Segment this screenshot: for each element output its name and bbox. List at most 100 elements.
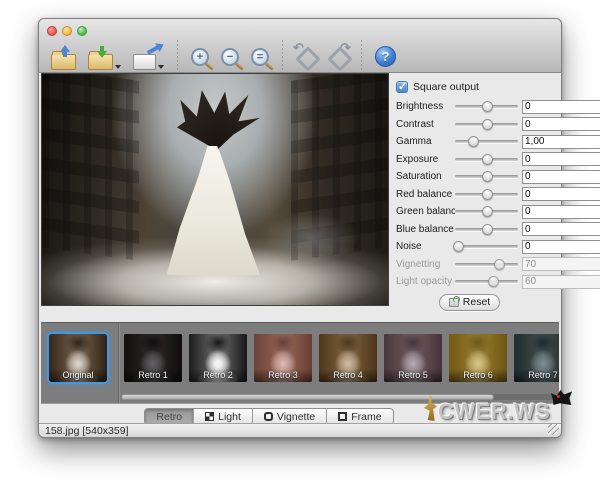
export-dropdown-caret-icon — [158, 65, 164, 69]
slider-row-brightness: Brightness — [396, 98, 561, 116]
rounded-square-icon — [264, 412, 273, 421]
zoom-window-button[interactable] — [77, 26, 87, 36]
contrast-slider[interactable] — [455, 118, 518, 131]
save-folder-icon — [88, 54, 113, 70]
thumbnail-original[interactable]: Original — [49, 334, 107, 382]
thumbnail-retro-1[interactable]: Retro 1 — [124, 334, 182, 382]
thumbnail-retro-3[interactable]: Retro 3 — [254, 334, 312, 382]
vignetting-slider[interactable] — [455, 258, 518, 271]
close-button[interactable] — [47, 26, 57, 36]
thumbnail-retro-6[interactable]: Retro 6 — [449, 334, 507, 382]
building-left-decoration — [42, 73, 139, 261]
redo-button[interactable]: ↷ — [328, 40, 348, 70]
light-opacity-label: Light opacity — [396, 276, 455, 287]
red-balance-value-field[interactable] — [522, 187, 600, 201]
slider-thumb[interactable] — [482, 171, 493, 182]
slider-row-contrast: Contrast — [396, 116, 561, 134]
mist-decoration — [263, 213, 360, 264]
tab-label: Vignette — [277, 411, 315, 423]
open-folder-icon — [51, 54, 76, 70]
thumbnail-retro-2[interactable]: Retro 2 — [189, 334, 247, 382]
slider-row-exposure: Exposure — [396, 151, 561, 169]
tab-frame[interactable]: Frame — [327, 409, 392, 424]
toolbar: + − = ↶ ↷ ? — [45, 38, 402, 72]
thumbnail-label: Retro 2 — [189, 369, 247, 382]
brightness-slider[interactable] — [455, 100, 518, 113]
gamma-slider[interactable] — [455, 135, 518, 148]
contrast-label: Contrast — [396, 119, 455, 130]
redo-icon: ↷ — [328, 47, 348, 67]
reset-icon — [449, 298, 459, 307]
exposure-value-field[interactable] — [522, 152, 600, 166]
blue-balance-slider[interactable] — [455, 223, 518, 236]
zoom-actual-size-button[interactable]: = — [251, 40, 269, 70]
slider-thumb[interactable] — [494, 259, 505, 270]
filmstrip-separator — [118, 323, 119, 403]
light-opacity-value-field[interactable] — [522, 275, 600, 289]
contrast-value-field[interactable] — [522, 117, 600, 131]
gamma-label: Gamma — [396, 136, 455, 147]
tab-light[interactable]: Light — [194, 409, 253, 424]
green-balance-slider[interactable] — [455, 205, 518, 218]
slider-row-light-opacity: Light opacity — [396, 273, 561, 291]
thumbnail-label: Retro 6 — [449, 369, 507, 382]
slider-thumb[interactable] — [468, 136, 479, 147]
vignetting-value-field[interactable] — [522, 257, 600, 271]
slider-thumb[interactable] — [482, 189, 493, 200]
slider-thumb[interactable] — [453, 241, 464, 252]
thumbnail-retro-4[interactable]: Retro 4 — [319, 334, 377, 382]
save-dropdown-caret-icon — [115, 65, 121, 69]
help-button[interactable]: ? — [375, 40, 396, 70]
thumbnail-retro-5[interactable]: Retro 5 — [384, 334, 442, 382]
toolbar-separator — [361, 40, 362, 70]
slider-thumb[interactable] — [482, 206, 493, 217]
zoom-out-button[interactable]: − — [221, 40, 239, 70]
blue-balance-label: Blue balance — [396, 224, 455, 235]
slider-row-vignetting: Vignetting — [396, 256, 561, 274]
exposure-slider[interactable] — [455, 153, 518, 166]
tab-label: Light — [218, 411, 241, 423]
export-button[interactable] — [133, 40, 164, 70]
light-opacity-slider[interactable] — [455, 275, 518, 288]
green-balance-label: Green balance — [396, 206, 455, 217]
green-balance-value-field[interactable] — [522, 205, 600, 219]
noise-value-field[interactable] — [522, 240, 600, 254]
preview-image — [41, 73, 389, 306]
save-button[interactable] — [88, 40, 121, 70]
thumbnail-label: Retro 7 — [514, 369, 559, 382]
thumbnail-retro-7[interactable]: Retro 7 — [514, 334, 559, 382]
saturation-value-field[interactable] — [522, 170, 600, 184]
slider-row-noise: Noise — [396, 238, 561, 256]
red-balance-slider[interactable] — [455, 188, 518, 201]
square-output-checkbox[interactable] — [396, 81, 408, 93]
square-output-label: Square output — [413, 81, 479, 93]
tab-retro[interactable]: Retro — [145, 409, 194, 424]
slider-thumb[interactable] — [488, 276, 499, 287]
exposure-label: Exposure — [396, 154, 455, 165]
toolbar-separator — [177, 40, 178, 70]
saturation-slider[interactable] — [455, 170, 518, 183]
slider-thumb[interactable] — [482, 224, 493, 235]
tab-vignette[interactable]: Vignette — [253, 409, 327, 424]
brightness-label: Brightness — [396, 101, 455, 112]
noise-slider[interactable] — [455, 240, 518, 253]
minimize-button[interactable] — [62, 26, 72, 36]
undo-button[interactable]: ↶ — [296, 40, 316, 70]
blue-balance-value-field[interactable] — [522, 222, 600, 236]
filmstrip-scrollbar-thumb[interactable] — [121, 394, 494, 400]
brightness-value-field[interactable] — [522, 100, 600, 114]
slider-thumb[interactable] — [482, 154, 493, 165]
adjustments-panel: Square output Brightness Contrast Gamma … — [391, 73, 561, 325]
zoom-in-button[interactable]: + — [191, 40, 209, 70]
resize-grip[interactable] — [548, 424, 559, 435]
reset-button[interactable]: Reset — [439, 294, 500, 311]
slider-thumb[interactable] — [482, 101, 493, 112]
slider-thumb[interactable] — [482, 119, 493, 130]
open-button[interactable] — [51, 40, 76, 70]
gamma-value-field[interactable] — [522, 135, 600, 149]
filmstrip-scrollbar[interactable] — [121, 394, 555, 400]
noise-label: Noise — [396, 241, 455, 252]
slider-row-gamma: Gamma — [396, 133, 561, 151]
zoom-in-icon: + — [191, 48, 209, 66]
status-filename-text: 158.jpg [540x359] — [45, 425, 129, 437]
